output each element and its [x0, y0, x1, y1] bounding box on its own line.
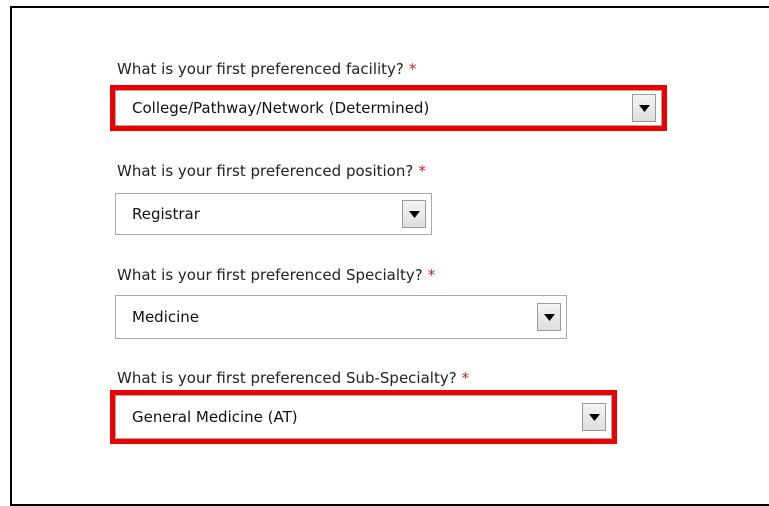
- sub-specialty-label: What is your first preferenced Sub-Speci…: [117, 369, 469, 387]
- position-dropdown-button[interactable]: [402, 200, 426, 228]
- required-asterisk: *: [408, 60, 417, 78]
- sub-specialty-select[interactable]: General Medicine (AT): [115, 395, 612, 439]
- required-asterisk: *: [418, 162, 426, 180]
- required-asterisk: *: [427, 266, 436, 284]
- triangle-down-icon: [588, 413, 600, 421]
- triangle-down-icon: [408, 210, 420, 218]
- facility-dropdown-button[interactable]: [632, 94, 656, 122]
- sub-specialty-label-text: What is your first preferenced Sub-Speci…: [117, 369, 457, 387]
- position-select-value: Registrar: [132, 205, 200, 223]
- specialty-label: What is your first preferenced Specialty…: [117, 266, 435, 284]
- specialty-dropdown-button[interactable]: [537, 303, 561, 331]
- required-asterisk: *: [461, 369, 470, 387]
- triangle-down-icon: [638, 104, 650, 112]
- position-label: What is your first preferenced position?…: [117, 162, 426, 180]
- triangle-down-icon: [543, 313, 555, 321]
- position-label-text: What is your first preferenced position?: [117, 162, 414, 180]
- sub-specialty-dropdown-button[interactable]: [582, 403, 606, 431]
- specialty-select-value: Medicine: [132, 308, 200, 326]
- specialty-select[interactable]: Medicine: [115, 295, 567, 339]
- facility-select[interactable]: College/Pathway/Network (Determined): [115, 90, 662, 126]
- facility-select-value: College/Pathway/Network (Determined): [132, 99, 430, 117]
- facility-label: What is your first preferenced facility?…: [117, 60, 416, 78]
- specialty-label-text: What is your first preferenced Specialty…: [117, 266, 423, 284]
- position-select[interactable]: Registrar: [115, 193, 432, 235]
- facility-label-text: What is your first preferenced facility?: [117, 60, 404, 78]
- sub-specialty-select-value: General Medicine (AT): [132, 408, 298, 426]
